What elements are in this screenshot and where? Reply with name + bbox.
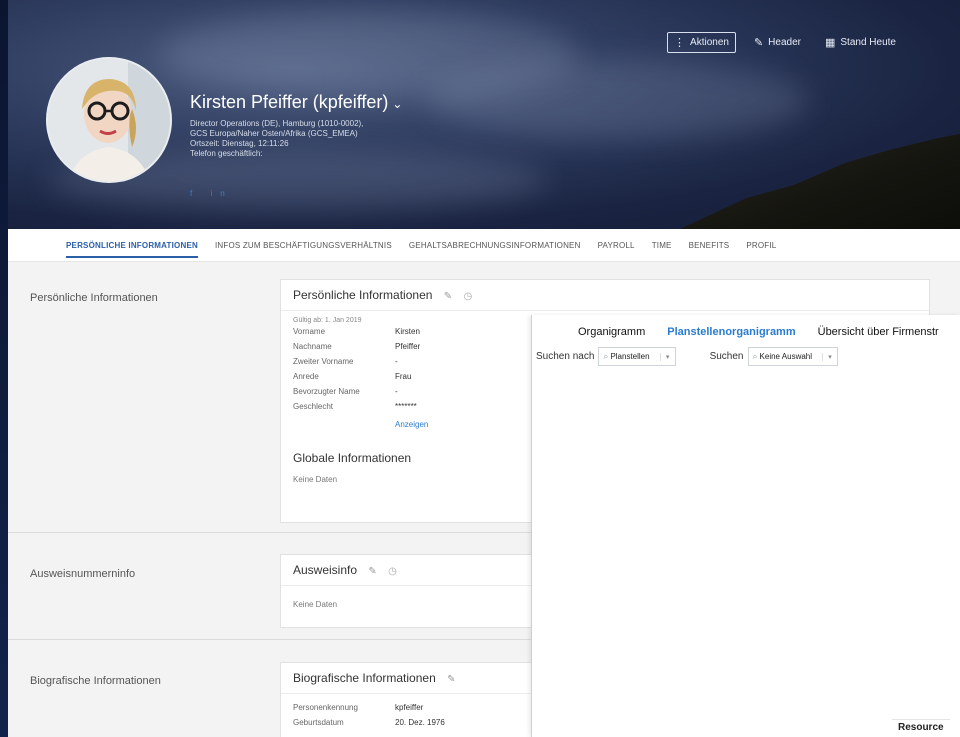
field-value: - — [395, 357, 398, 366]
stand-label: Stand Heute — [840, 37, 896, 48]
meta-org: GCS Europa/Naher Osten/Afrika (GCS_EMEA) — [190, 129, 358, 138]
field-value: kpfeiffer — [395, 703, 424, 712]
pencil-icon: ✎ — [753, 37, 764, 49]
field-label: Zweiter Vorname — [293, 357, 354, 366]
calendar-icon: ▦ — [824, 37, 836, 49]
tab-company-overview[interactable]: Übersicht über Firmenstr — [818, 326, 939, 338]
meta-local-time: Ortszeit: Dienstag, 12:11:26 — [190, 139, 289, 148]
field-value: 20. Dez. 1976 — [395, 718, 445, 727]
section-label-bio: Biografische Informationen — [30, 675, 161, 687]
pencil-icon[interactable]: ✎ — [444, 291, 452, 302]
tab-payroll-info[interactable]: GEHALTSABRECHNUNGSINFORMATIONEN — [409, 229, 581, 262]
phone-link[interactable] — [190, 159, 550, 171]
history-icon[interactable]: ◷ — [464, 291, 473, 302]
actions-button[interactable]: ⋮ Aktionen — [667, 32, 736, 53]
profile-header: ⋮ Aktionen ✎ Header ▦ Stand Heute Kirste… — [8, 0, 960, 229]
social-icons[interactable]: f in — [190, 189, 550, 198]
resource-label[interactable]: Resource — [892, 719, 950, 735]
tab-profile[interactable]: PROFIL — [746, 229, 776, 262]
employee-name-text: Kirsten Pfeiffer (kpfeiffer) — [190, 92, 389, 112]
tab-benefits[interactable]: BENEFITS — [689, 229, 730, 262]
field-value: Frau — [395, 372, 412, 381]
employee-name[interactable]: Kirsten Pfeiffer (kpfeiffer) ⌄ — [190, 91, 550, 115]
chevron-down-icon: ▾ — [822, 352, 837, 361]
employee-meta: Director Operations (DE), Hamburg (1010-… — [190, 119, 550, 159]
card-title-personal: Persönliche Informationen ✎ ◷ — [281, 280, 929, 311]
field-value: ******* — [395, 402, 417, 411]
field-label: Bevorzugter Name — [293, 387, 360, 396]
section-tabs: PERSÖNLICHE INFORMATIONEN INFOS ZUM BESC… — [8, 229, 960, 262]
meta-phone-label: Telefon geschäftlich: — [190, 149, 263, 158]
search-by-select[interactable]: ⌕ Planstellen ▾ — [598, 347, 676, 366]
field-label: Geschlecht — [293, 402, 334, 411]
field-value: Kirsten — [395, 327, 420, 336]
profile-info: Kirsten Pfeiffer (kpfeiffer) ⌄ Director O… — [190, 91, 550, 198]
field-value: Pfeiffer — [395, 342, 421, 351]
field-label: Geburtsdatum — [293, 718, 344, 727]
section-label-id: Ausweisnummerninfo — [30, 568, 136, 580]
card-title-text: Ausweisinfo — [293, 563, 358, 577]
tab-position-chart[interactable]: Planstellenorganigramm — [667, 326, 795, 338]
chevron-down-icon[interactable]: ⌄ — [392, 97, 402, 111]
search-label: Suchen — [709, 351, 744, 362]
field-label: Vorname — [293, 327, 326, 336]
avatar-portrait — [48, 59, 170, 181]
header-landscape — [680, 130, 960, 229]
tab-time[interactable]: TIME — [652, 229, 672, 262]
chevron-down-icon: ▾ — [659, 352, 675, 361]
header-actions: ⋮ Aktionen ✎ Header ▦ Stand Heute — [667, 32, 902, 53]
search-value: Keine Auswahl — [759, 352, 813, 361]
as-of-today-button[interactable]: ▦ Stand Heute — [819, 33, 902, 52]
field-value: - — [395, 387, 398, 396]
search-select[interactable]: ⌕ Keine Auswahl ▾ — [747, 347, 839, 366]
field-label: Nachname — [293, 342, 332, 351]
tab-payroll[interactable]: PAYROLL — [598, 229, 635, 262]
org-search-bar: Suchen nach ⌕ Planstellen ▾ Suchen ⌕ Kei… — [536, 347, 839, 366]
tab-org-chart[interactable]: Organigramm — [578, 326, 645, 338]
search-icon: ⌕ — [752, 351, 758, 361]
card-title-text: Biografische Informationen — [293, 671, 436, 685]
section-label-personal: Persönliche Informationen — [30, 292, 158, 304]
search-by-value: Planstellen — [610, 352, 650, 361]
app-frame: ⋮ Aktionen ✎ Header ▦ Stand Heute Kirste… — [0, 0, 960, 737]
tab-personal[interactable]: PERSÖNLICHE INFORMATIONEN — [66, 229, 198, 262]
email-link[interactable] — [190, 171, 550, 183]
field-label: Personenkennung — [293, 703, 358, 712]
tab-employment[interactable]: INFOS ZUM BESCHÄFTIGUNGSVERHÄLTNIS — [215, 229, 392, 262]
pencil-icon[interactable]: ✎ — [368, 566, 376, 577]
meta-position: Director Operations (DE), Hamburg (1010-… — [190, 119, 364, 128]
pencil-icon[interactable]: ✎ — [447, 674, 455, 685]
search-by-label: Suchen nach — [536, 351, 595, 362]
card-title-text: Persönliche Informationen — [293, 288, 433, 302]
header-label: Header — [768, 37, 801, 48]
history-icon[interactable]: ◷ — [388, 566, 397, 577]
header-edit-button[interactable]: ✎ Header — [748, 33, 807, 52]
field-label: Anrede — [293, 372, 319, 381]
org-chart-tabs: Organigramm Planstellenorganigramm Übers… — [578, 326, 939, 338]
search-icon: ⌕ — [603, 351, 609, 361]
actions-label: Aktionen — [690, 37, 729, 48]
org-chart-panel: Organigramm Planstellenorganigramm Übers… — [531, 315, 960, 737]
more-vertical-icon: ⋮ — [674, 37, 686, 49]
avatar[interactable] — [46, 57, 172, 183]
